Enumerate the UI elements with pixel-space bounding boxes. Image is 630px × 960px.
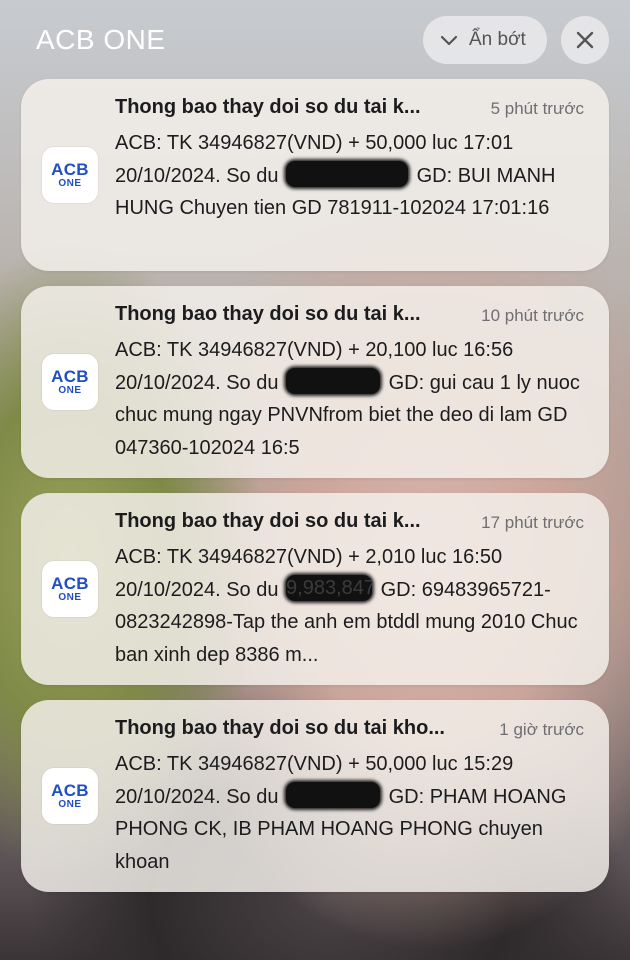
app-icon-text: ACB xyxy=(51,159,89,179)
redacted-balance: 9,983,847 xyxy=(286,574,373,601)
notification-body: ACB: TK 34946827(VND) + 50,000 luc 17:01… xyxy=(115,127,590,225)
close-button[interactable] xyxy=(561,16,609,64)
show-less-label: Ẩn bớt xyxy=(469,29,526,50)
notification-card[interactable]: ACB ONE Thong bao thay doi so du tai k..… xyxy=(21,493,609,685)
notification-card[interactable]: ACB ONE Thong bao thay doi so du tai k..… xyxy=(21,79,609,271)
app-icon-subtext: ONE xyxy=(58,798,82,810)
app-icon-text: ACB xyxy=(51,780,89,800)
notification-time: 1 giờ trước xyxy=(499,720,584,739)
notification-card[interactable]: ACB ONE Thong bao thay doi so du tai kho… xyxy=(21,700,609,892)
redacted-balance xyxy=(286,160,409,187)
acb-one-app-icon: ACB ONE xyxy=(42,147,98,203)
notification-title: Thong bao thay doi so du tai k... xyxy=(115,510,421,532)
notification-title: Thong bao thay doi so du tai k... xyxy=(115,303,421,325)
group-title: ACB ONE xyxy=(36,24,166,55)
app-icon-subtext: ONE xyxy=(58,384,82,396)
close-icon xyxy=(576,31,594,49)
acb-one-app-icon: ACB ONE xyxy=(42,768,98,824)
app-icon-text: ACB xyxy=(51,366,89,386)
show-less-button[interactable]: Ẩn bớt xyxy=(423,16,547,64)
notification-title: Thong bao thay doi so du tai kho... xyxy=(115,717,445,739)
notification-time: 10 phút trước xyxy=(481,306,584,325)
acb-one-app-icon: ACB ONE xyxy=(42,354,98,410)
app-icon-subtext: ONE xyxy=(58,591,82,603)
chevron-down-icon xyxy=(440,35,458,46)
notification-body: ACB: TK 34946827(VND) + 50,000 luc 15:29… xyxy=(115,748,590,878)
redacted-balance xyxy=(286,367,381,394)
notification-time: 5 phút trước xyxy=(490,99,584,118)
notification-body: ACB: TK 34946827(VND) + 2,010 luc 16:50 … xyxy=(115,541,590,671)
app-icon-text: ACB xyxy=(51,573,89,593)
redacted-balance xyxy=(286,781,381,808)
app-icon-subtext: ONE xyxy=(58,177,82,189)
notification-card[interactable]: ACB ONE Thong bao thay doi so du tai k..… xyxy=(21,286,609,478)
notification-title: Thong bao thay doi so du tai k... xyxy=(115,96,421,118)
notification-time: 17 phút trước xyxy=(481,513,584,532)
acb-one-app-icon: ACB ONE xyxy=(42,561,98,617)
notification-group-header: ACB ONE Ẩn bớt xyxy=(0,0,630,78)
notification-body: ACB: TK 34946827(VND) + 20,100 luc 16:56… xyxy=(115,334,590,464)
